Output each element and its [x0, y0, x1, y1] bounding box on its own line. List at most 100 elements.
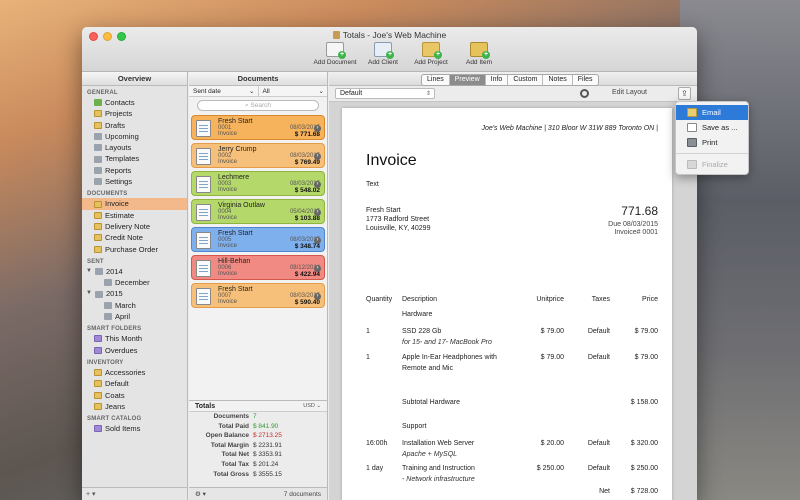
cell-desc-sub: Remote and Mic: [402, 365, 453, 372]
section-smart-folders: SMART FOLDERS: [87, 326, 142, 333]
sidebar-item-reports[interactable]: Reports: [82, 165, 187, 176]
subtotal-value: $ 158.00: [630, 399, 658, 406]
templates-icon: [94, 155, 102, 163]
arrow-right-icon[interactable]: ›: [314, 181, 321, 188]
due-date: Due 08/03/2015: [608, 221, 658, 228]
sidebar-item-delivery-note[interactable]: Delivery Note: [82, 221, 187, 232]
sidebar-item-accessories[interactable]: Accessories: [82, 367, 187, 378]
tab-preview[interactable]: Preview: [449, 75, 486, 85]
document-card[interactable]: Lechmere 0003 08/03/2015 Invoice $ 548.02 …: [191, 171, 325, 196]
desktop-background: [680, 0, 800, 500]
sort-select[interactable]: Sent date ⌄: [189, 86, 259, 96]
totals-row: Documents 7: [189, 412, 327, 422]
card-type: Invoice: [218, 159, 238, 165]
document-proxy-icon: [332, 31, 340, 39]
tab-notes[interactable]: Notes: [543, 75, 573, 85]
invoice-icon: [196, 120, 211, 137]
invoice-preview: Joe's Web Machine | 310 Bloor W 31W 889 …: [342, 108, 672, 500]
folder-icon: [94, 110, 102, 118]
settings-gear-icon[interactable]: [580, 89, 589, 98]
sidebar-item-estimate[interactable]: Estimate: [82, 210, 187, 221]
sidebar-item-coats[interactable]: Coats: [82, 390, 187, 401]
invoice-title: Invoice: [366, 152, 417, 169]
sidebar-add-button[interactable]: + ▾: [82, 487, 187, 500]
card-client-name: Fresh Start: [218, 230, 253, 237]
add-client-button[interactable]: + Add Client: [360, 42, 406, 66]
sidebar-item-jeans[interactable]: Jeans: [82, 401, 187, 412]
sidebar-item-december[interactable]: December: [82, 277, 187, 288]
sidebar-item-march[interactable]: March: [82, 300, 187, 311]
folder-icon: [94, 223, 102, 231]
arrow-right-icon[interactable]: ›: [314, 265, 321, 272]
archive-icon: [95, 268, 103, 275]
document-card[interactable]: Hill-Behan 0006 08/12/2014 Invoice $ 422.9…: [191, 255, 325, 280]
invoice-icon: [196, 232, 211, 249]
sidebar-item-april[interactable]: April: [82, 311, 187, 322]
window-title: Totals - Joe's Web Machine: [82, 30, 697, 40]
documents-footer: ⚙ ▾ 7 documents: [189, 487, 327, 500]
sidebar-item-credit-note[interactable]: Credit Note: [82, 232, 187, 243]
app-window: Totals - Joe's Web Machine + Add Document…: [82, 27, 697, 500]
tab-custom[interactable]: Custom: [508, 75, 544, 85]
sidebar-item-contacts[interactable]: Contacts: [82, 97, 187, 108]
add-document-button[interactable]: + Add Document: [312, 42, 358, 66]
totals-row: Total Paid $ 841.90: [189, 422, 327, 432]
add-item-label: Add Item: [465, 59, 492, 66]
menu-item-finalize[interactable]: Finalize: [676, 157, 748, 172]
folder-icon: [94, 121, 102, 129]
sidebar-item-overdues[interactable]: Overdues: [82, 345, 187, 356]
currency-select[interactable]: USD ⌄: [303, 401, 321, 411]
subtotal-label: Subtotal Hardware: [402, 399, 460, 406]
document-card[interactable]: Virginia Outlaw 0004 05/04/2015 Invoice $ …: [191, 199, 325, 224]
client-city: Louisville, KY, 40299: [366, 225, 431, 232]
invoice-icon: [196, 260, 211, 277]
sidebar-item-2014[interactable]: ▼ 2014: [82, 266, 187, 277]
sidebar-item-this-month[interactable]: This Month: [82, 333, 187, 344]
add-project-button[interactable]: + Add Project: [408, 42, 454, 66]
sidebar: Overview GENERAL Contacts Projects Draft…: [82, 72, 188, 500]
add-document-icon: +: [326, 42, 346, 59]
menu-item-save-as[interactable]: Save as ...: [676, 120, 748, 135]
menu-item-email[interactable]: Email: [676, 105, 748, 120]
document-card[interactable]: Fresh Start 0001 08/03/2015 Invoice $ 771.…: [191, 115, 325, 140]
disclosure-triangle-icon[interactable]: ▼: [86, 288, 92, 299]
sidebar-item-default[interactable]: Default: [82, 378, 187, 389]
tab-files[interactable]: Files: [573, 75, 598, 85]
add-item-button[interactable]: + Add Item: [456, 42, 502, 66]
totals-row: Open Balance $ 2713.25: [189, 431, 327, 441]
sidebar-item-upcoming[interactable]: Upcoming: [82, 131, 187, 142]
disclosure-triangle-icon[interactable]: ▼: [86, 266, 92, 277]
layout-select[interactable]: Default ⇕: [335, 88, 435, 99]
sidebar-item-label: Layouts: [105, 143, 132, 153]
document-card[interactable]: Fresh Start 0007 08/03/2015 Invoice $ 590.…: [191, 283, 325, 308]
sidebar-item-settings[interactable]: Settings: [82, 176, 187, 187]
sidebar-item-invoice[interactable]: Invoice: [82, 198, 187, 210]
totals-row: Total Tax $ 201.24: [189, 460, 327, 470]
tab-info[interactable]: Info: [486, 75, 509, 85]
arrow-right-icon[interactable]: ›: [314, 293, 321, 300]
share-button[interactable]: ⇪: [678, 87, 691, 100]
sidebar-item-templates[interactable]: Templates: [82, 153, 187, 164]
arrow-right-icon[interactable]: ›: [314, 153, 321, 160]
totals-panel: Totals USD ⌄ Documents 7 Total Paid $ 841.9…: [189, 400, 327, 487]
search-input[interactable]: ⌕ Search: [197, 100, 319, 111]
arrow-right-icon[interactable]: ›: [314, 237, 321, 244]
sidebar-item-drafts[interactable]: Drafts: [82, 120, 187, 131]
sidebar-item-projects[interactable]: Projects: [82, 108, 187, 119]
edit-layout-button[interactable]: Edit Layout: [612, 89, 647, 96]
contacts-icon: [94, 99, 102, 107]
sidebar-item-sold-items[interactable]: Sold Items: [82, 423, 187, 434]
sidebar-item-layouts[interactable]: Layouts: [82, 142, 187, 153]
sidebar-item-purchase-order[interactable]: Purchase Order: [82, 244, 187, 255]
arrow-right-icon[interactable]: ›: [314, 209, 321, 216]
scope-select[interactable]: All ⌄: [259, 86, 328, 96]
documents-actions-button[interactable]: ⚙ ▾: [195, 488, 206, 500]
arrow-right-icon[interactable]: ›: [314, 125, 321, 132]
sidebar-item-2015[interactable]: ▼ 2015: [82, 288, 187, 299]
tab-lines[interactable]: Lines: [422, 75, 450, 85]
menu-item-print[interactable]: Print: [676, 135, 748, 150]
scope-select-value: All: [262, 88, 270, 95]
document-card[interactable]: Fresh Start 0005 08/03/2015 Invoice $ 348.…: [191, 227, 325, 252]
company-line: Joe's Web Machine | 310 Bloor W 31W 889 …: [481, 125, 658, 132]
document-card[interactable]: Jerry Crump 0002 08/03/2015 Invoice $ 769.…: [191, 143, 325, 168]
